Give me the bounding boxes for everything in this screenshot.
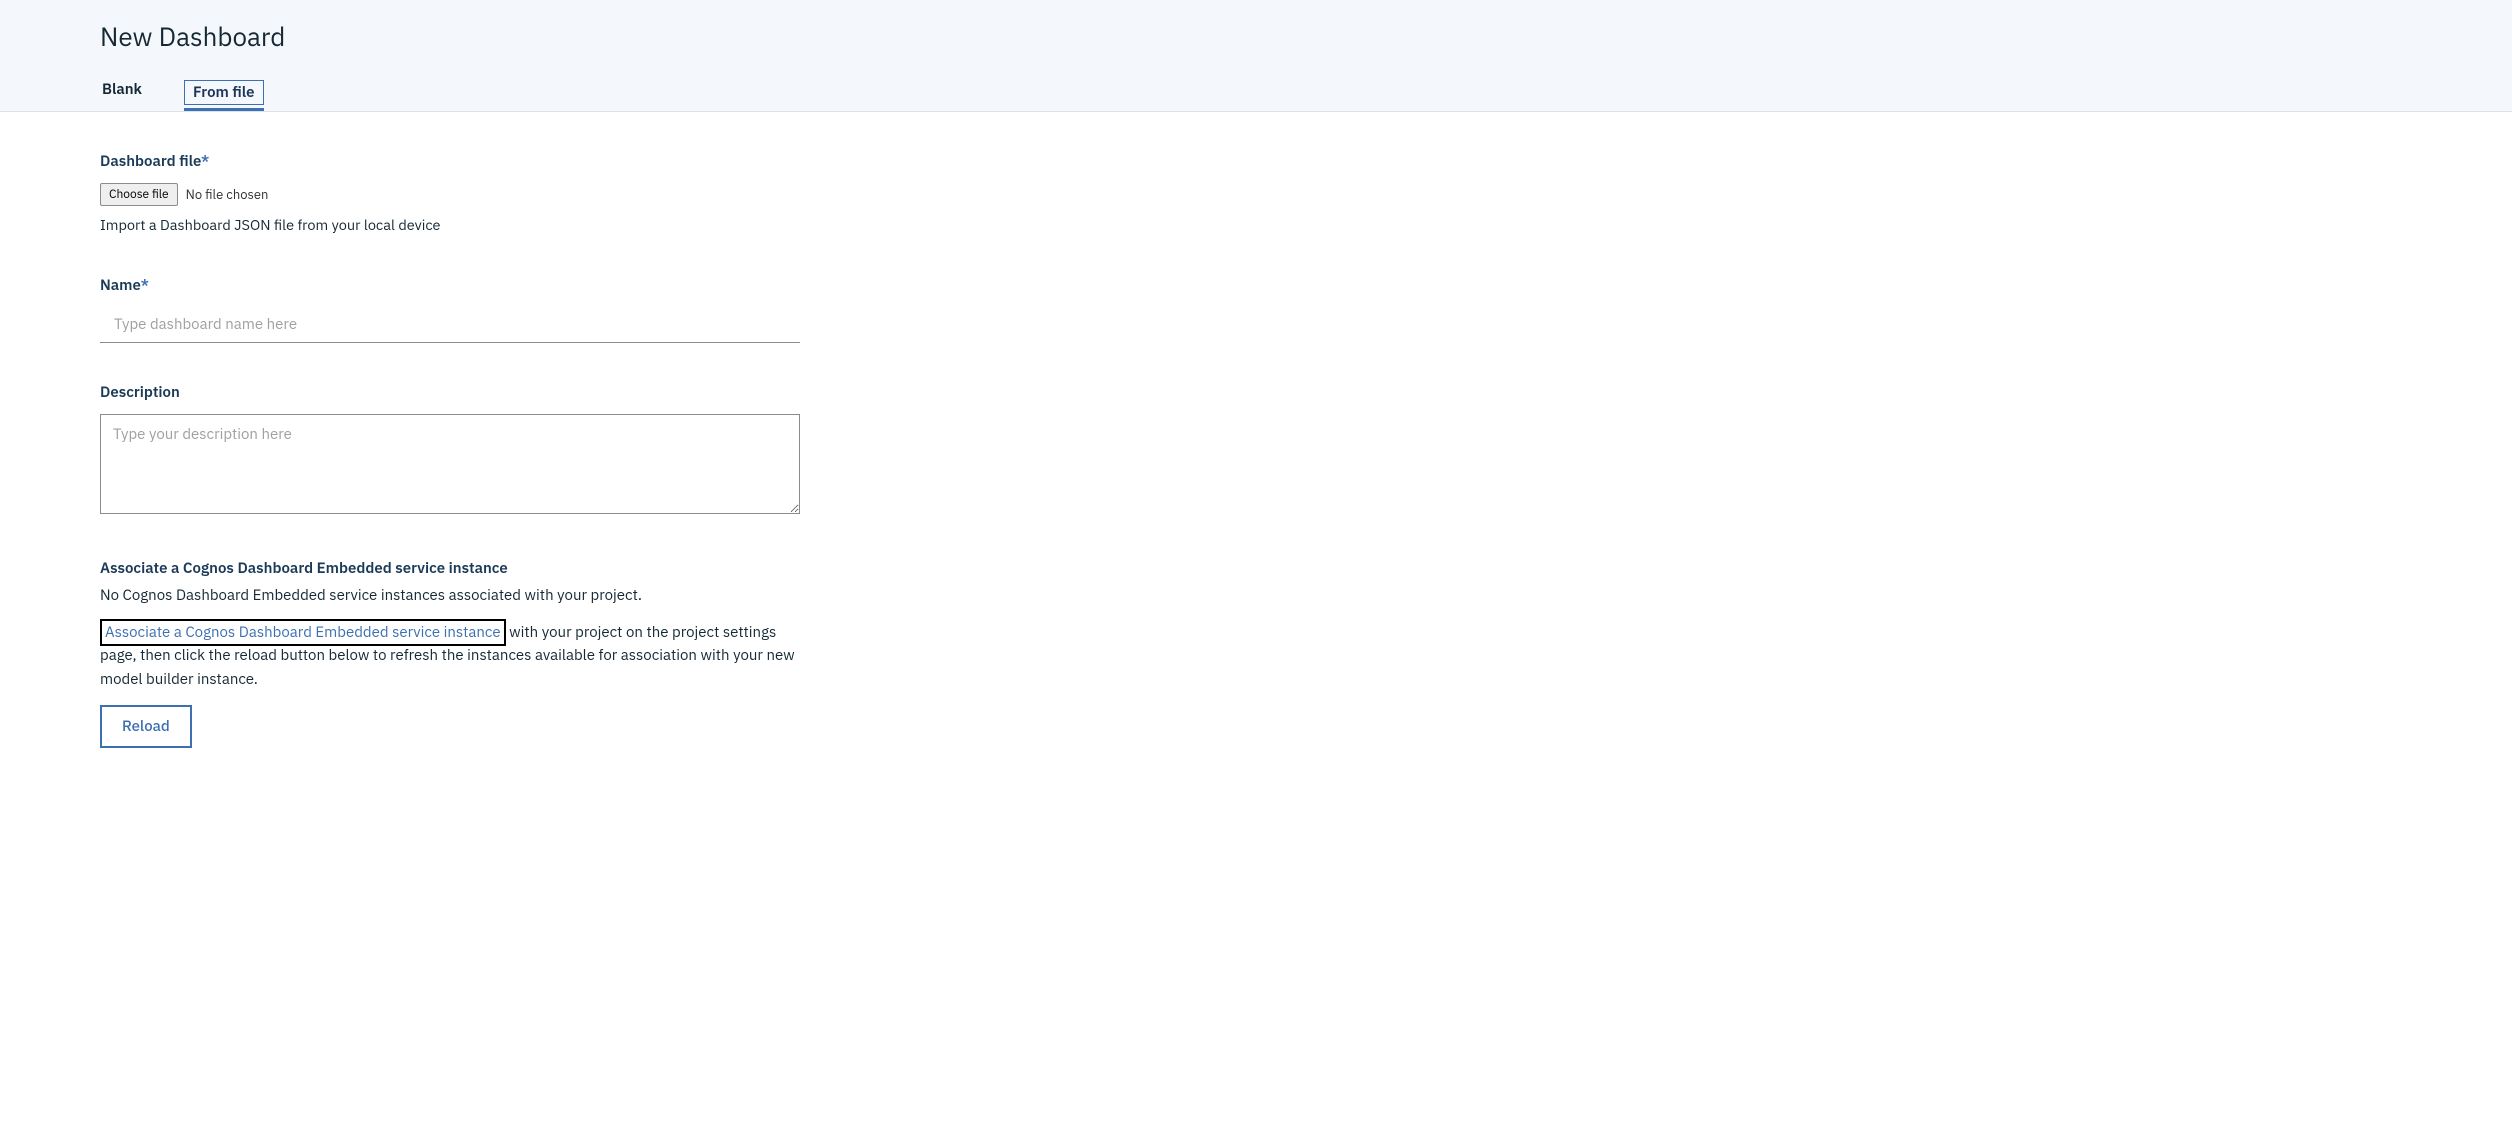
associate-instruction: Associate a Cognos Dashboard Embedded se… <box>100 621 800 691</box>
name-field: Name* <box>100 276 800 343</box>
file-chosen-status: No file chosen <box>186 186 269 203</box>
description-label: Description <box>100 383 800 402</box>
header-region: New Dashboard Blank From file <box>0 0 2512 112</box>
description-field: Description <box>100 383 800 519</box>
tab-blank[interactable]: Blank <box>100 72 144 111</box>
associate-link[interactable]: Associate a Cognos Dashboard Embedded se… <box>100 619 506 646</box>
tabs: Blank From file <box>100 72 1300 111</box>
dashboard-file-label-text: Dashboard file <box>100 152 201 171</box>
description-textarea[interactable] <box>100 414 800 514</box>
required-indicator: * <box>201 152 209 171</box>
tab-from-file[interactable]: From file <box>184 80 264 105</box>
associate-status-line: No Cognos Dashboard Embedded service ins… <box>100 584 800 607</box>
dashboard-file-help: Import a Dashboard JSON file from your l… <box>100 214 800 236</box>
associate-heading: Associate a Cognos Dashboard Embedded se… <box>100 559 800 578</box>
dashboard-file-label: Dashboard file* <box>100 152 800 171</box>
name-label: Name* <box>100 276 800 295</box>
required-indicator: * <box>141 276 149 295</box>
choose-file-button[interactable]: Choose file <box>100 183 178 206</box>
reload-button[interactable]: Reload <box>100 705 192 748</box>
dashboard-file-field: Dashboard file* Choose file No file chos… <box>100 152 800 236</box>
form-region: Dashboard file* Choose file No file chos… <box>0 112 900 828</box>
associate-section: Associate a Cognos Dashboard Embedded se… <box>100 559 800 748</box>
name-input[interactable] <box>100 307 800 343</box>
file-picker-row: Choose file No file chosen <box>100 183 800 206</box>
name-label-text: Name <box>100 276 141 295</box>
page-title: New Dashboard <box>100 20 1300 54</box>
